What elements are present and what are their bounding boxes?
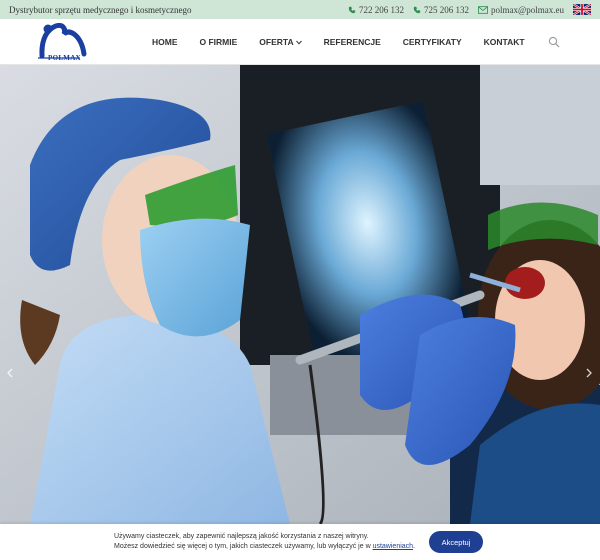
nav-label: OFERTA xyxy=(259,37,294,47)
phone-icon xyxy=(348,6,356,13)
nav-home[interactable]: HOME xyxy=(152,37,178,47)
phone-number-2: 725 206 132 xyxy=(423,4,469,15)
slider-prev-button[interactable] xyxy=(5,368,15,382)
nav-o-firmie[interactable]: O FIRMIE xyxy=(200,37,238,47)
phone-link-2[interactable]: 725 206 132 xyxy=(413,5,469,15)
nav-label: CERTYFIKATY xyxy=(402,37,462,47)
slider-next-button[interactable] xyxy=(584,368,594,382)
cookie-line-1: Używamy ciasteczek, aby zapewnić najleps… xyxy=(114,533,369,540)
tagline: Dystrybutor sprzętu medycznego i kosmety… xyxy=(9,4,192,15)
accept-cookies-button[interactable]: Akceptuj xyxy=(429,531,483,553)
nav-certyfikaty[interactable]: CERTYFIKATY xyxy=(403,37,462,47)
envelope-icon xyxy=(477,5,488,14)
main-nav: HOME O FIRMIE OFERTA REFERENCJE CERTYFIK… xyxy=(152,19,525,65)
phone-icon xyxy=(413,6,421,13)
nav-label: HOME xyxy=(152,37,178,47)
cookie-message: Używamy ciasteczek, aby zapewnić najleps… xyxy=(114,532,415,552)
nav-kontakt[interactable]: KONTAKT xyxy=(484,37,525,47)
nav-label: REFERENCJE xyxy=(323,37,381,47)
hero-image xyxy=(0,65,600,524)
email-address: polmax@polmax.eu xyxy=(490,4,564,15)
cookie-banner: Używamy ciasteczek, aby zapewnić najleps… xyxy=(0,524,600,560)
nav-label: KONTAKT xyxy=(483,37,525,47)
main-header: POLMAX HOME O FIRMIE OFERTA REFERENCJE C… xyxy=(0,19,600,65)
chevron-left-icon xyxy=(7,368,13,378)
email-link[interactable]: polmax@polmax.eu xyxy=(477,4,564,15)
logo-text: POLMAX xyxy=(48,54,81,62)
nav-oferta[interactable]: OFERTA xyxy=(259,37,302,47)
cookie-settings-link[interactable]: ustawieniach xyxy=(373,543,413,550)
phone-number-1: 722 206 132 xyxy=(358,4,404,15)
nav-referencje[interactable]: REFERENCJE xyxy=(324,37,381,47)
search-icon[interactable] xyxy=(548,36,560,48)
hero-slider xyxy=(0,65,600,524)
phone-link-1[interactable]: 722 206 132 xyxy=(348,5,404,15)
nav-label: O FIRMIE xyxy=(199,37,238,47)
chevron-down-icon xyxy=(295,40,302,45)
uk-flag-icon[interactable] xyxy=(573,4,591,15)
cookie-line-2: Możesz dowiedzieć się więcej o tym, jaki… xyxy=(114,542,415,552)
top-contacts: 722 206 132 725 206 132 polmax@polmax.eu xyxy=(348,4,591,15)
top-bar: Dystrybutor sprzętu medycznego i kosmety… xyxy=(0,0,600,19)
chevron-right-icon xyxy=(586,368,592,378)
cookie-line-2-text: Możesz dowiedzieć się więcej o tym, jaki… xyxy=(114,543,371,550)
cookie-line-2-suffix: . xyxy=(413,543,415,550)
